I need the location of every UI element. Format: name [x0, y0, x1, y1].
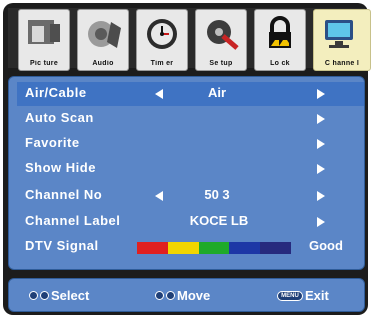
arrow-right-icon[interactable]: [317, 164, 325, 174]
signal-strength-bar: [137, 242, 291, 254]
menu-item-show-hide[interactable]: Show Hide: [17, 157, 364, 181]
lock-icon: [269, 16, 291, 48]
tab-label: Pic ture: [29, 60, 59, 67]
tab-channel[interactable]: C hanne l: [313, 9, 371, 71]
signal-quality-text: Good: [309, 238, 343, 253]
up-down-icon: [29, 291, 38, 300]
tab-label: Lo ck: [270, 60, 290, 67]
left-right-icon: [166, 291, 175, 300]
setup-icon: [207, 20, 239, 50]
menu-item-value: KOCE LB: [189, 213, 249, 228]
tab-lock[interactable]: Lo ck: [254, 9, 306, 71]
menu-item-value: 50 3: [204, 187, 230, 202]
menu-item-air-cable[interactable]: Air/Cable Air: [17, 82, 364, 106]
arrow-right-icon[interactable]: [317, 217, 325, 227]
arrow-right-icon[interactable]: [317, 139, 325, 149]
signal-segment: [260, 242, 291, 254]
tab-label: Tim er: [150, 60, 174, 67]
channel-menu-list: Air/Cable Air Auto Scan Favorite Show Hi…: [17, 80, 364, 268]
channel-icon: [325, 20, 353, 48]
help-select-label: Select: [51, 288, 90, 303]
timer-icon: [147, 19, 177, 49]
menu-item-label: Auto Scan: [25, 110, 94, 125]
up-down-icon: [40, 291, 49, 300]
menu-item-channel-label[interactable]: Channel Label KOCE LB: [17, 210, 364, 234]
signal-segment: [198, 242, 230, 254]
menu-item-dtv-signal: DTV Signal Good: [17, 235, 364, 259]
menu-item-label: Channel No: [25, 187, 103, 202]
menu-key-icon: MENU: [277, 290, 303, 301]
picture-icon: [28, 20, 60, 44]
tab-audio[interactable]: Audio: [77, 9, 129, 71]
help-exit-label: Exit: [305, 288, 329, 303]
help-bar: Select Move MENU Exit: [8, 278, 365, 312]
signal-segment: [137, 242, 168, 254]
menu-item-label: Channel Label: [25, 213, 121, 228]
signal-segment: [167, 242, 199, 254]
tab-label: Se tup: [209, 60, 233, 67]
help-move-label: Move: [177, 288, 211, 303]
tab-timer[interactable]: Tim er: [136, 9, 188, 71]
help-select: Select: [29, 288, 89, 303]
arrow-right-icon[interactable]: [317, 89, 325, 99]
left-right-icon: [155, 291, 164, 300]
help-exit: MENU Exit: [277, 288, 329, 303]
menu-item-auto-scan[interactable]: Auto Scan: [17, 107, 364, 131]
arrow-right-icon[interactable]: [317, 191, 325, 201]
menu-item-label: Favorite: [25, 135, 80, 150]
tab-setup[interactable]: Se tup: [195, 9, 247, 71]
menu-item-channel-no[interactable]: Channel No 50 3: [17, 184, 364, 208]
tab-picture[interactable]: Pic ture: [18, 9, 70, 71]
tab-label: C hanne l: [324, 60, 360, 67]
menu-item-label: DTV Signal: [25, 238, 99, 253]
menu-item-label: Air/Cable: [25, 85, 87, 100]
menu-item-label: Show Hide: [25, 160, 96, 175]
audio-icon: [88, 21, 121, 48]
help-move: Move: [155, 288, 210, 303]
tab-label: Audio: [92, 60, 114, 67]
channel-menu-panel: Air/Cable Air Auto Scan Favorite Show Hi…: [8, 76, 365, 270]
arrow-right-icon[interactable]: [317, 114, 325, 124]
signal-segment: [229, 242, 261, 254]
arrow-left-icon[interactable]: [155, 191, 163, 201]
arrow-left-icon[interactable]: [155, 89, 163, 99]
menu-item-favorite[interactable]: Favorite: [17, 132, 364, 156]
menu-item-value: Air: [207, 85, 227, 100]
